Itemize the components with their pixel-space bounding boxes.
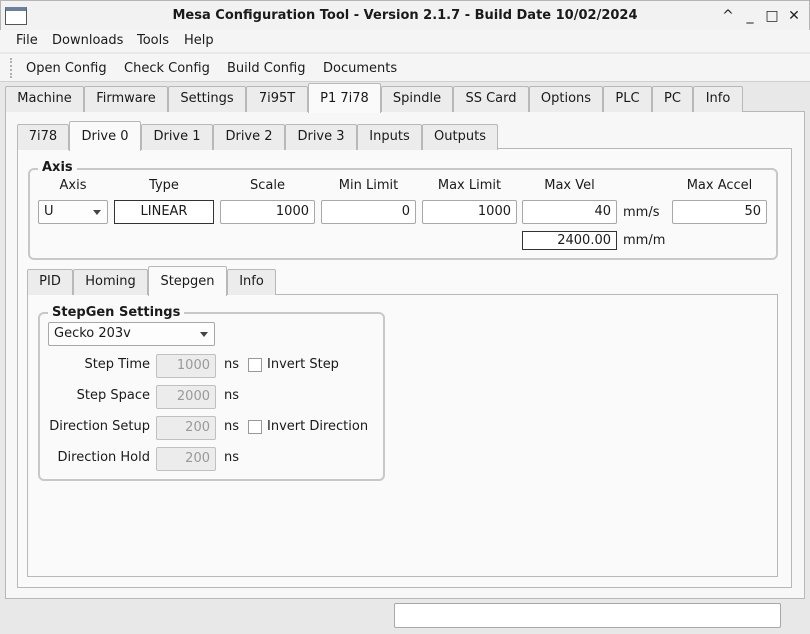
type-field: LINEAR	[114, 200, 214, 224]
scale-input[interactable]: 1000	[220, 200, 315, 224]
step-space-label: Step Space	[76, 388, 150, 403]
direction-setup-unit: ns	[224, 419, 240, 434]
toolbar-grip-handle[interactable]	[10, 58, 12, 78]
max-limit-input[interactable]: 1000	[422, 200, 517, 224]
type-column-header: Type	[149, 178, 179, 193]
max-vel-unit: mm/s	[623, 205, 660, 220]
tab-options[interactable]: Options	[529, 86, 603, 112]
step-time-input[interactable]: 1000	[156, 354, 216, 378]
maximize-window-button[interactable]: □	[762, 6, 782, 26]
step-space-input[interactable]: 2000	[156, 385, 216, 409]
tab-homing[interactable]: Homing	[73, 269, 148, 295]
tab-stepgen[interactable]: Stepgen	[148, 266, 227, 296]
tab-machine[interactable]: Machine	[5, 86, 84, 112]
max-limit-column-header: Max Limit	[437, 178, 502, 193]
axis-group-title: Axis	[38, 160, 77, 175]
build-config-button[interactable]: Build Config	[227, 61, 305, 76]
check-config-button[interactable]: Check Config	[124, 61, 210, 76]
max-vel-input[interactable]: 40	[522, 200, 617, 224]
axis-column-header: Axis	[59, 178, 87, 193]
tab-drive-3[interactable]: Drive 3	[285, 124, 357, 150]
tab-settings[interactable]: Settings	[168, 86, 246, 112]
minimize-window-button[interactable]: _	[740, 6, 760, 26]
tab-7i78[interactable]: 7i78	[17, 124, 69, 150]
tab-info[interactable]: Info	[693, 86, 743, 112]
tab-outputs[interactable]: Outputs	[422, 124, 498, 150]
axis-select[interactable]: U	[38, 200, 108, 224]
step-time-label: Step Time	[84, 357, 150, 372]
invert-direction-checkbox[interactable]	[248, 420, 262, 434]
tab-ss-card[interactable]: SS Card	[453, 86, 529, 112]
max-accel-input[interactable]: 50	[672, 200, 767, 224]
chevron-down-icon	[93, 210, 101, 215]
direction-setup-input[interactable]: 200	[156, 416, 216, 440]
scale-column-header: Scale	[250, 178, 285, 193]
tab-pid[interactable]: PID	[27, 269, 73, 295]
max-vel-column-header: Max Vel	[544, 178, 595, 193]
step-time-unit: ns	[224, 357, 240, 372]
open-config-button[interactable]: Open Config	[26, 61, 107, 76]
tab-drive-1[interactable]: Drive 1	[141, 124, 213, 150]
axis-select-value: U	[44, 204, 54, 219]
shade-window-button[interactable]: ^	[718, 6, 738, 26]
menu-help[interactable]: Help	[184, 33, 214, 48]
window-title: Mesa Configuration Tool - Version 2.1.7 …	[172, 8, 638, 23]
max-vel-mm-field: 2400.00	[522, 231, 617, 250]
tab-drive-0[interactable]: Drive 0	[69, 121, 141, 151]
tab-p1-7i78[interactable]: P1 7i78	[308, 83, 381, 113]
tab-firmware[interactable]: Firmware	[84, 86, 168, 112]
max-vel-mm-unit: mm/m	[623, 233, 666, 248]
step-space-unit: ns	[224, 388, 240, 403]
status-bar-field	[394, 603, 781, 628]
tab-drive-2[interactable]: Drive 2	[213, 124, 285, 150]
tab-pc[interactable]: PC	[652, 86, 693, 112]
tab-drive-info[interactable]: Info	[227, 269, 276, 295]
tab-7i95t[interactable]: 7i95T	[246, 86, 308, 112]
min-limit-input[interactable]: 0	[321, 200, 416, 224]
close-window-button[interactable]: ✕	[784, 6, 804, 26]
menu-tools[interactable]: Tools	[137, 33, 169, 48]
driver-select-value: Gecko 203v	[54, 326, 131, 341]
documents-button[interactable]: Documents	[323, 61, 397, 76]
menu-file[interactable]: File	[16, 33, 38, 48]
direction-setup-label: Direction Setup	[49, 419, 150, 434]
menu-downloads[interactable]: Downloads	[52, 33, 123, 48]
invert-step-label[interactable]: Invert Step	[267, 357, 339, 372]
driver-select[interactable]: Gecko 203v	[48, 322, 215, 346]
tab-plc[interactable]: PLC	[603, 86, 652, 112]
invert-step-checkbox[interactable]	[248, 358, 262, 372]
direction-hold-unit: ns	[224, 450, 240, 465]
chevron-down-icon	[200, 332, 208, 337]
min-limit-column-header: Min Limit	[338, 178, 399, 193]
tab-inputs[interactable]: Inputs	[357, 124, 422, 150]
toolbar	[0, 54, 810, 82]
direction-hold-label: Direction Hold	[57, 450, 150, 465]
max-accel-column-header: Max Accel	[686, 178, 753, 193]
stepgen-settings-title: StepGen Settings	[48, 305, 185, 320]
direction-hold-input[interactable]: 200	[156, 447, 216, 471]
tab-spindle[interactable]: Spindle	[381, 86, 453, 112]
invert-direction-label[interactable]: Invert Direction	[267, 419, 368, 434]
